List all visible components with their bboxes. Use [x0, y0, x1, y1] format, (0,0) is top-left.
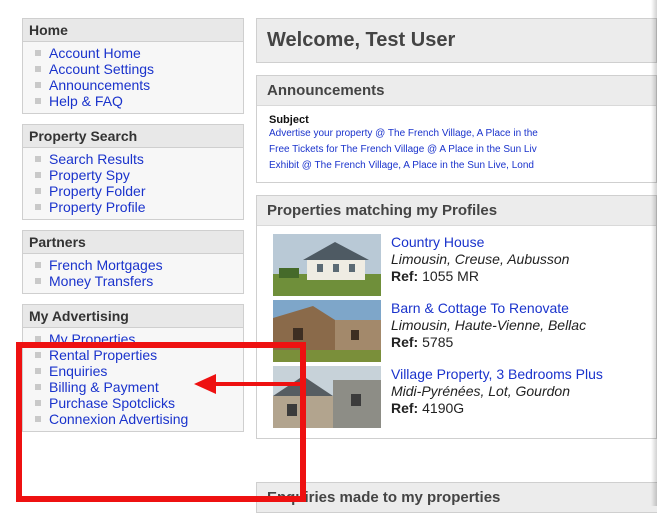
sidebar-home-box: Home Account Home Account Settings Annou…	[22, 18, 244, 114]
sidebar-item-billing-payment[interactable]: Billing & Payment	[35, 379, 243, 395]
bullet-icon	[35, 98, 41, 104]
sidebar: Home Account Home Account Settings Annou…	[22, 18, 244, 442]
property-title-link[interactable]: Country House	[391, 234, 569, 251]
sidebar-property-search-box: Property Search Search Results Property …	[22, 124, 244, 220]
page-edge-shadow	[651, 0, 657, 506]
bullet-icon	[35, 336, 41, 342]
bullet-icon	[35, 400, 41, 406]
bullet-icon	[35, 204, 41, 210]
property-title-link[interactable]: Village Property, 3 Bedrooms Plus	[391, 366, 603, 383]
enquiries-panel-title: Enquiries made to my properties	[256, 482, 657, 513]
sidebar-item-money-transfers[interactable]: Money Transfers	[35, 273, 243, 289]
announcements-panel: Announcements Subject Advertise your pro…	[256, 75, 657, 183]
sidebar-my-advertising-box: My Advertising My Properties Rental Prop…	[22, 304, 244, 432]
bullet-icon	[35, 368, 41, 374]
sidebar-item-french-mortgages[interactable]: French Mortgages	[35, 257, 243, 273]
sidebar-item-property-spy[interactable]: Property Spy	[35, 167, 243, 183]
sidebar-item-help-faq[interactable]: Help & FAQ	[35, 93, 243, 109]
property-photo[interactable]	[273, 300, 381, 362]
ref-label: Ref:	[391, 400, 419, 416]
property-listing: Barn & Cottage To Renovate Limousin, Hau…	[273, 300, 646, 366]
announcements-subject-header: Subject	[269, 114, 309, 126]
property-ref: 1055 MR	[422, 268, 479, 284]
bullet-icon	[35, 50, 41, 56]
bullet-icon	[35, 352, 41, 358]
sidebar-item-connexion-advertising[interactable]: Connexion Advertising	[35, 411, 243, 427]
property-location: Limousin, Creuse, Aubusson	[391, 251, 570, 267]
sidebar-partners-title: Partners	[23, 231, 243, 254]
sidebar-my-advertising-title: My Advertising	[23, 305, 243, 328]
sidebar-item-property-folder[interactable]: Property Folder	[35, 183, 243, 199]
property-ref: 5785	[422, 334, 454, 350]
sidebar-item-enquiries[interactable]: Enquiries	[35, 363, 243, 379]
sidebar-home-title: Home	[23, 19, 243, 42]
sidebar-item-account-settings[interactable]: Account Settings	[35, 61, 243, 77]
bullet-icon	[35, 66, 41, 72]
sidebar-item-property-profile[interactable]: Property Profile	[35, 199, 243, 215]
announcement-link[interactable]: Free Tickets for The French Village @ A …	[269, 142, 646, 158]
sidebar-property-search-title: Property Search	[23, 125, 243, 148]
property-photo[interactable]	[273, 234, 381, 296]
property-photo[interactable]	[273, 366, 381, 428]
property-location: Limousin, Haute-Vienne, Bellac	[391, 317, 587, 333]
page: Home Account Home Account Settings Annou…	[0, 0, 657, 513]
ref-label: Ref:	[391, 268, 419, 284]
bullet-icon	[35, 384, 41, 390]
sidebar-item-account-home[interactable]: Account Home	[35, 45, 243, 61]
bullet-icon	[35, 172, 41, 178]
bullet-icon	[35, 188, 41, 194]
matching-properties-panel: Properties matching my Profiles Country …	[256, 195, 657, 439]
sidebar-item-rental-properties[interactable]: Rental Properties	[35, 347, 243, 363]
matching-properties-title: Properties matching my Profiles	[257, 196, 656, 226]
page-title: Welcome, Test User	[256, 18, 657, 63]
announcement-link[interactable]: Exhibit @ The French Village, A Place in…	[269, 158, 646, 174]
bullet-icon	[35, 416, 41, 422]
sidebar-item-announcements[interactable]: Announcements	[35, 77, 243, 93]
sidebar-partners-box: Partners French Mortgages Money Transfer…	[22, 230, 244, 294]
property-location: Midi-Pyrénées, Lot, Gourdon	[391, 383, 570, 399]
announcements-title: Announcements	[257, 76, 656, 106]
main-content: Welcome, Test User Announcements Subject…	[256, 18, 657, 451]
property-title-link[interactable]: Barn & Cottage To Renovate	[391, 300, 586, 317]
property-listing: Village Property, 3 Bedrooms Plus Midi-P…	[273, 366, 646, 432]
announcement-link[interactable]: Advertise your property @ The French Vil…	[269, 126, 646, 142]
property-listing: Country House Limousin, Creuse, Aubusson…	[273, 234, 646, 300]
sidebar-item-my-properties[interactable]: My Properties	[35, 331, 243, 347]
bullet-icon	[35, 82, 41, 88]
sidebar-item-purchase-spotclicks[interactable]: Purchase Spotclicks	[35, 395, 243, 411]
property-ref: 4190G	[422, 400, 465, 416]
bullet-icon	[35, 156, 41, 162]
bullet-icon	[35, 278, 41, 284]
sidebar-item-search-results[interactable]: Search Results	[35, 151, 243, 167]
ref-label: Ref:	[391, 334, 419, 350]
bullet-icon	[35, 262, 41, 268]
